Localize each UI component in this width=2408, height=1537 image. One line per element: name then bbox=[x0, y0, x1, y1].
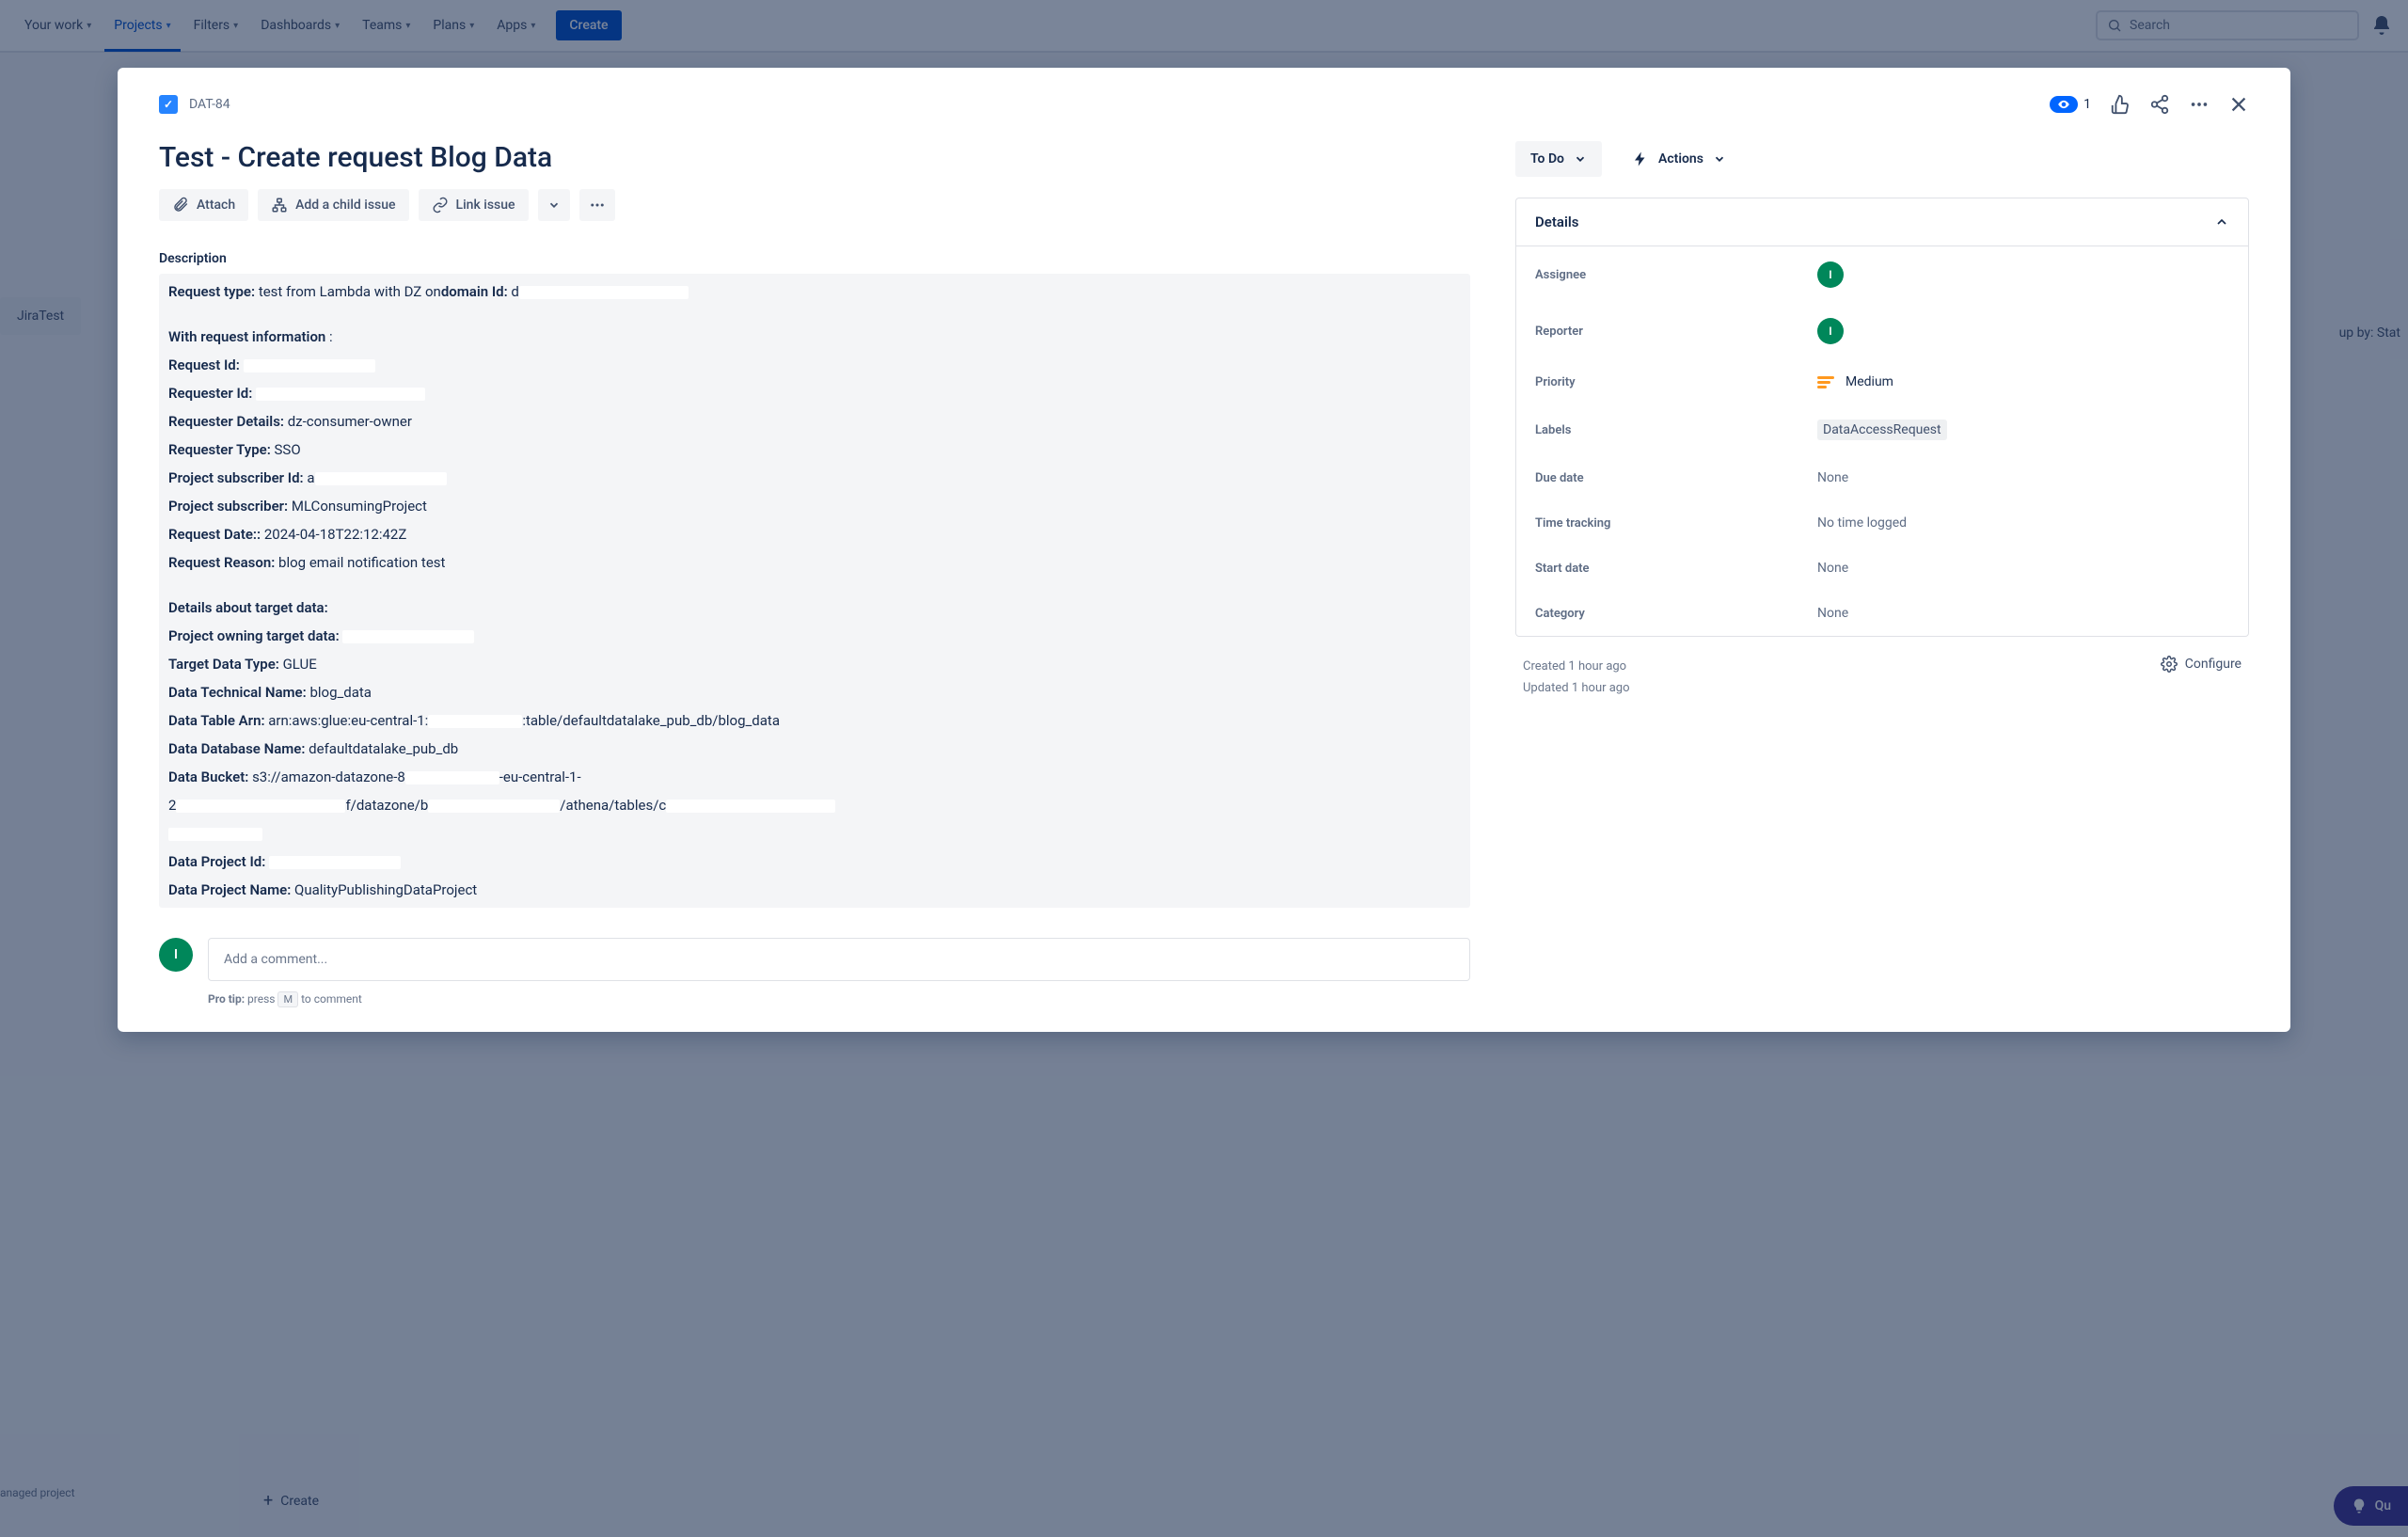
share-button[interactable] bbox=[2149, 94, 2170, 115]
more-actions-button[interactable] bbox=[2189, 94, 2210, 115]
start-date-field[interactable]: Start date None bbox=[1516, 546, 2248, 591]
child-issue-icon bbox=[271, 197, 288, 214]
issue-key[interactable]: DAT-84 bbox=[189, 97, 230, 112]
add-child-issue-button[interactable]: Add a child issue bbox=[258, 189, 408, 221]
like-button[interactable] bbox=[2110, 94, 2131, 115]
details-panel: Details Assignee I Reporter I bbox=[1515, 198, 2249, 637]
protip-text: Pro tip: press M to comment bbox=[208, 992, 1470, 1006]
assignee-field[interactable]: Assignee I bbox=[1516, 246, 2248, 303]
chevron-down-icon bbox=[1713, 152, 1726, 166]
priority-field[interactable]: Priority Medium bbox=[1516, 359, 2248, 404]
attach-button[interactable]: Attach bbox=[159, 189, 248, 221]
thumbs-up-icon bbox=[2110, 94, 2131, 115]
close-button[interactable] bbox=[2228, 94, 2249, 115]
description-label: Description bbox=[159, 251, 1470, 266]
link-issue-dropdown[interactable] bbox=[538, 189, 570, 221]
issue-type-icon bbox=[159, 95, 178, 114]
chevron-up-icon bbox=[2214, 214, 2229, 230]
issue-title[interactable]: Test - Create request Blog Data bbox=[159, 141, 1470, 174]
attach-icon bbox=[172, 197, 189, 214]
configure-button[interactable]: Configure bbox=[2161, 656, 2242, 673]
comment-input[interactable]: Add a comment... bbox=[208, 938, 1470, 981]
chevron-down-icon bbox=[547, 198, 561, 212]
reporter-field[interactable]: Reporter I bbox=[1516, 303, 2248, 359]
category-field[interactable]: Category None bbox=[1516, 591, 2248, 636]
label-tag[interactable]: DataAccessRequest bbox=[1817, 420, 1947, 440]
assignee-avatar: I bbox=[1817, 261, 1844, 288]
close-icon bbox=[2228, 94, 2249, 115]
gear-icon bbox=[2161, 656, 2178, 673]
link-issue-button[interactable]: Link issue bbox=[419, 189, 529, 221]
more-content-button[interactable] bbox=[579, 189, 615, 221]
actions-dropdown[interactable]: Actions bbox=[1624, 141, 1734, 177]
more-icon bbox=[589, 197, 606, 214]
chevron-down-icon bbox=[1574, 152, 1587, 166]
time-tracking-field[interactable]: Time tracking No time logged bbox=[1516, 500, 2248, 546]
details-toggle[interactable]: Details bbox=[1516, 198, 2248, 246]
labels-field[interactable]: Labels DataAccessRequest bbox=[1516, 404, 2248, 455]
share-icon bbox=[2149, 94, 2170, 115]
more-icon bbox=[2189, 94, 2210, 115]
due-date-field[interactable]: Due date None bbox=[1516, 455, 2248, 500]
reporter-avatar: I bbox=[1817, 318, 1844, 344]
description-content[interactable]: Request type: test from Lambda with DZ o… bbox=[159, 274, 1470, 908]
current-user-avatar: I bbox=[159, 938, 193, 972]
watch-button[interactable]: 1 bbox=[2050, 96, 2091, 113]
issue-modal: DAT-84 1 Test - Cre bbox=[118, 68, 2290, 1032]
link-icon bbox=[432, 197, 449, 214]
eye-icon bbox=[2057, 98, 2070, 111]
timestamps: Created 1 hour ago Updated 1 hour ago bbox=[1523, 656, 1630, 700]
status-dropdown[interactable]: To Do bbox=[1515, 141, 1602, 177]
lightning-icon bbox=[1632, 151, 1649, 167]
priority-medium-icon bbox=[1817, 376, 1834, 388]
